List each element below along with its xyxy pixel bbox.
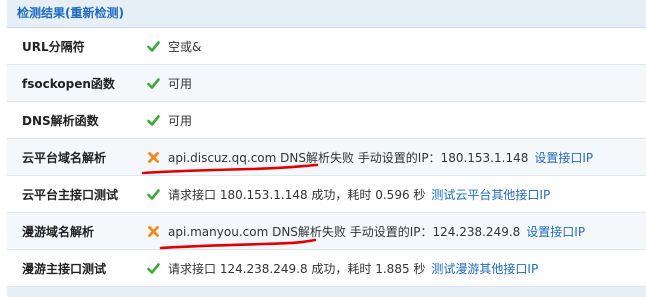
panel-footer-band (7, 287, 646, 297)
cross-icon (147, 225, 160, 238)
panel-title: 检测结果(重新检测) (17, 6, 124, 20)
panel-header: 检测结果(重新检测) (7, 0, 646, 28)
set-interface-ip-link[interactable]: 设置接口IP (534, 149, 593, 166)
row-value: 请求接口 180.153.1.148 成功，耗时 0.596 秒 (168, 187, 426, 202)
test-manyou-other-ip-link[interactable]: 测试漫游其他接口IP (431, 260, 538, 277)
row-cloud-main-interface: 云平台主接口测试 请求接口 180.153.1.148 成功，耗时 0.596 … (7, 176, 646, 213)
row-url-separator: URL分隔符 空或& (7, 28, 646, 65)
row-manyou-domain-resolve: 漫游域名解析 api.manyou.com DNS解析失败 手动设置的IP：12… (7, 213, 646, 250)
check-icon (147, 114, 160, 127)
cross-icon (147, 151, 160, 164)
row-label: 云平台域名解析 (22, 150, 107, 165)
check-icon (147, 262, 160, 275)
row-label: 漫游域名解析 (22, 224, 95, 239)
row-label: 云平台主接口测试 (22, 187, 119, 202)
row-value: 可用 (168, 76, 193, 91)
row-value: api.manyou.com DNS解析失败 手动设置的IP：124.238.2… (168, 224, 521, 239)
row-label: URL分隔符 (22, 39, 85, 54)
check-results-panel: 检测结果(重新检测) URL分隔符 空或& fsockopen函数 可用 DNS… (7, 0, 646, 297)
row-value: 可用 (168, 113, 193, 128)
row-label: 漫游主接口测试 (22, 261, 107, 276)
check-icon (147, 188, 160, 201)
check-icon (147, 40, 160, 53)
row-dns-function: DNS解析函数 可用 (7, 102, 646, 139)
test-cloud-other-ip-link[interactable]: 测试云平台其他接口IP (431, 186, 550, 203)
row-value: api.discuz.qq.com DNS解析失败 手动设置的IP：180.15… (168, 150, 529, 165)
row-value: 请求接口 124.238.249.8 成功，耗时 1.885 秒 (168, 261, 426, 276)
row-value: 空或& (168, 39, 202, 54)
check-icon (147, 77, 160, 90)
row-label: DNS解析函数 (22, 113, 99, 128)
row-cloud-domain-resolve: 云平台域名解析 api.discuz.qq.com DNS解析失败 手动设置的I… (7, 139, 646, 176)
row-fsockopen: fsockopen函数 可用 (7, 65, 646, 102)
row-label: fsockopen函数 (22, 76, 115, 91)
row-manyou-main-interface: 漫游主接口测试 请求接口 124.238.249.8 成功，耗时 1.885 秒… (7, 250, 646, 287)
set-interface-ip-link[interactable]: 设置接口IP (526, 223, 585, 240)
